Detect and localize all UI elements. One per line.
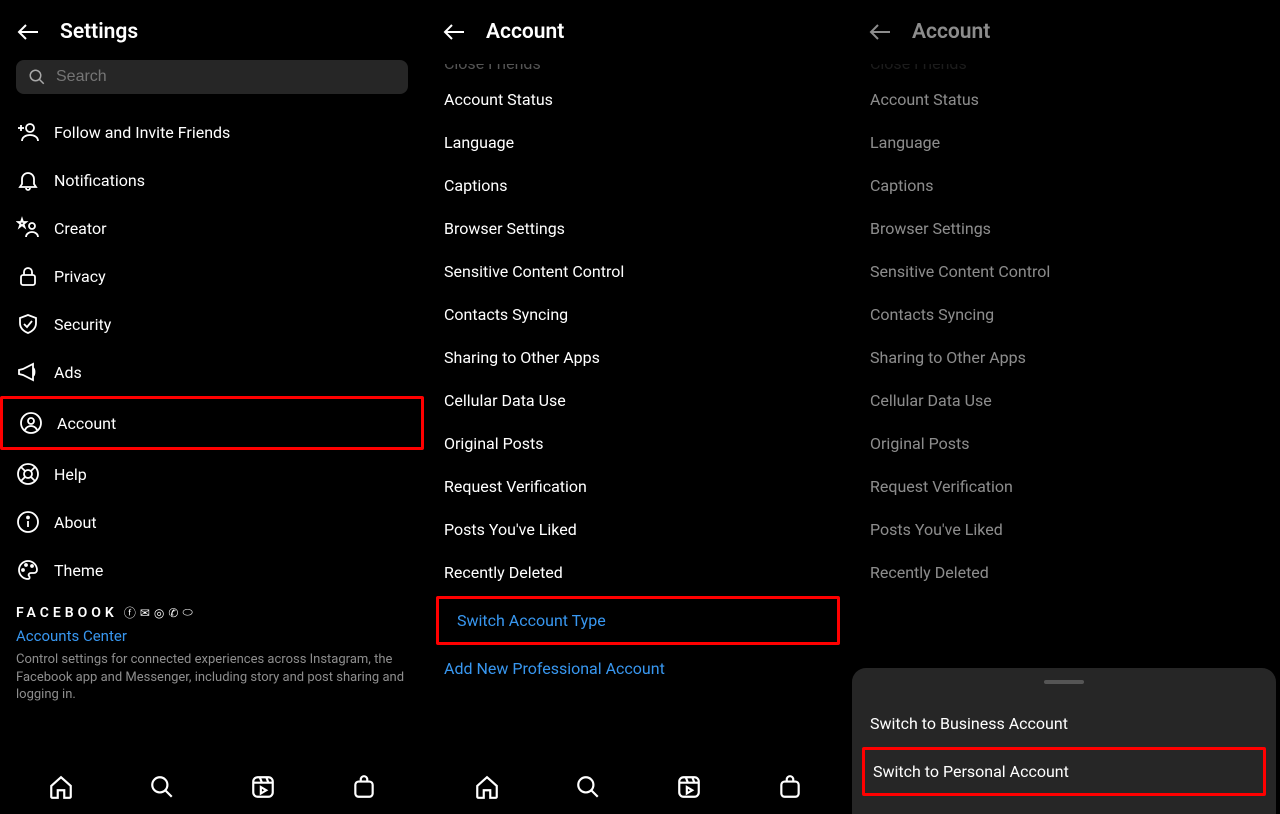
settings-panel: Settings Follow and Invite Friends Notif… <box>0 0 426 814</box>
menu-label: Ads <box>54 363 82 382</box>
header: Settings <box>0 0 424 60</box>
list-item[interactable]: Captions <box>426 164 850 207</box>
instagram-icon: ◎ <box>154 606 164 620</box>
header: Account <box>852 0 1276 60</box>
menu-item-follow-invite[interactable]: Follow and Invite Friends <box>0 108 424 156</box>
shop-icon[interactable] <box>351 774 377 800</box>
menu-label: Privacy <box>54 267 106 286</box>
account-panel-with-sheet: Account Close Friends Account Status Lan… <box>852 0 1278 814</box>
list-item[interactable]: Posts You've Liked <box>852 508 1276 551</box>
reels-icon[interactable] <box>250 774 276 800</box>
list-item[interactable]: Request Verification <box>852 465 1276 508</box>
accounts-center-link[interactable]: Accounts Center <box>16 627 408 645</box>
menu-label: Account <box>57 414 116 433</box>
menu-label: Notifications <box>54 171 145 190</box>
list-item[interactable]: Recently Deleted <box>426 551 850 594</box>
menu-item-security[interactable]: Security <box>0 300 424 348</box>
list-item[interactable]: Sensitive Content Control <box>426 250 850 293</box>
search-box[interactable] <box>16 60 408 94</box>
settings-list: Follow and Invite Friends Notifications … <box>0 104 424 762</box>
switch-to-personal-button[interactable]: Switch to Personal Account <box>862 747 1266 796</box>
list-item[interactable]: Cellular Data Use <box>852 379 1276 422</box>
list-item-cutoff[interactable]: Close Friends <box>852 64 1276 78</box>
home-icon[interactable] <box>48 774 74 800</box>
page-title: Account <box>486 20 564 44</box>
star-person-icon <box>16 216 40 240</box>
add-professional-account-link[interactable]: Add New Professional Account <box>426 647 850 690</box>
menu-label: About <box>54 513 97 532</box>
menu-label: Theme <box>54 561 103 580</box>
list-item[interactable]: Original Posts <box>426 422 850 465</box>
facebook-section: FACEBOOK ⓕ ✉ ◎ ✆ ⬭ Accounts Center Contr… <box>0 594 424 710</box>
lifebuoy-icon <box>16 462 40 486</box>
search-nav-icon[interactable] <box>149 774 175 800</box>
list-item-cutoff[interactable]: Close Friends <box>426 64 850 78</box>
whatsapp-icon: ✆ <box>168 606 178 620</box>
search-nav-icon[interactable] <box>575 774 601 800</box>
list-item[interactable]: Account Status <box>852 78 1276 121</box>
list-item[interactable]: Captions <box>852 164 1276 207</box>
search-input[interactable] <box>56 68 396 86</box>
switch-account-type-link[interactable]: Switch Account Type <box>436 596 840 645</box>
person-plus-icon <box>16 120 40 144</box>
back-icon[interactable] <box>868 20 892 44</box>
facebook-icon: ⓕ <box>124 604 136 621</box>
lock-icon <box>16 264 40 288</box>
switch-to-business-button[interactable]: Switch to Business Account <box>852 700 1276 747</box>
menu-item-account[interactable]: Account <box>0 396 424 450</box>
messenger-icon: ✉ <box>140 606 150 620</box>
back-icon[interactable] <box>16 20 40 44</box>
oculus-icon: ⬭ <box>182 605 192 620</box>
account-list: Close Friends Account Status Language Ca… <box>426 60 850 762</box>
info-icon <box>16 510 40 534</box>
facebook-wordmark: FACEBOOK <box>16 605 118 621</box>
palette-icon <box>16 558 40 582</box>
bottom-nav <box>0 762 424 814</box>
list-item[interactable]: Browser Settings <box>852 207 1276 250</box>
menu-item-notifications[interactable]: Notifications <box>0 156 424 204</box>
menu-item-privacy[interactable]: Privacy <box>0 252 424 300</box>
menu-label: Security <box>54 315 111 334</box>
list-item[interactable]: Contacts Syncing <box>852 293 1276 336</box>
account-circle-icon <box>19 411 43 435</box>
sheet-handle[interactable] <box>1044 680 1084 684</box>
page-title: Settings <box>60 20 138 44</box>
list-item[interactable]: Cellular Data Use <box>426 379 850 422</box>
page-title: Account <box>912 20 990 44</box>
menu-item-about[interactable]: About <box>0 498 424 546</box>
list-item[interactable]: Sharing to Other Apps <box>852 336 1276 379</box>
switch-account-sheet: Switch to Business Account Switch to Per… <box>852 668 1276 814</box>
bottom-nav <box>426 762 850 814</box>
account-panel: Account Close Friends Account Status Lan… <box>426 0 852 814</box>
megaphone-icon <box>16 360 40 384</box>
menu-item-help[interactable]: Help <box>0 450 424 498</box>
facebook-app-icons: ⓕ ✉ ◎ ✆ ⬭ <box>124 604 193 621</box>
menu-label: Help <box>54 465 87 484</box>
menu-label: Follow and Invite Friends <box>54 123 230 142</box>
home-icon[interactable] <box>474 774 500 800</box>
list-item[interactable]: Language <box>426 121 850 164</box>
list-item[interactable]: Original Posts <box>852 422 1276 465</box>
header: Account <box>426 0 850 60</box>
menu-item-creator[interactable]: Creator <box>0 204 424 252</box>
menu-item-theme[interactable]: Theme <box>0 546 424 594</box>
menu-item-ads[interactable]: Ads <box>0 348 424 396</box>
back-icon[interactable] <box>442 20 466 44</box>
list-item[interactable]: Request Verification <box>426 465 850 508</box>
reels-icon[interactable] <box>676 774 702 800</box>
menu-label: Creator <box>54 219 107 238</box>
list-item[interactable]: Contacts Syncing <box>426 293 850 336</box>
list-item[interactable]: Account Status <box>426 78 850 121</box>
search-icon <box>28 68 46 86</box>
accounts-center-description: Control settings for connected experienc… <box>16 651 408 704</box>
shield-icon <box>16 312 40 336</box>
list-item[interactable]: Language <box>852 121 1276 164</box>
bell-icon <box>16 168 40 192</box>
list-item[interactable]: Browser Settings <box>426 207 850 250</box>
list-item[interactable]: Sharing to Other Apps <box>426 336 850 379</box>
shop-icon[interactable] <box>777 774 803 800</box>
list-item[interactable]: Sensitive Content Control <box>852 250 1276 293</box>
list-item[interactable]: Posts You've Liked <box>426 508 850 551</box>
list-item[interactable]: Recently Deleted <box>852 551 1276 594</box>
